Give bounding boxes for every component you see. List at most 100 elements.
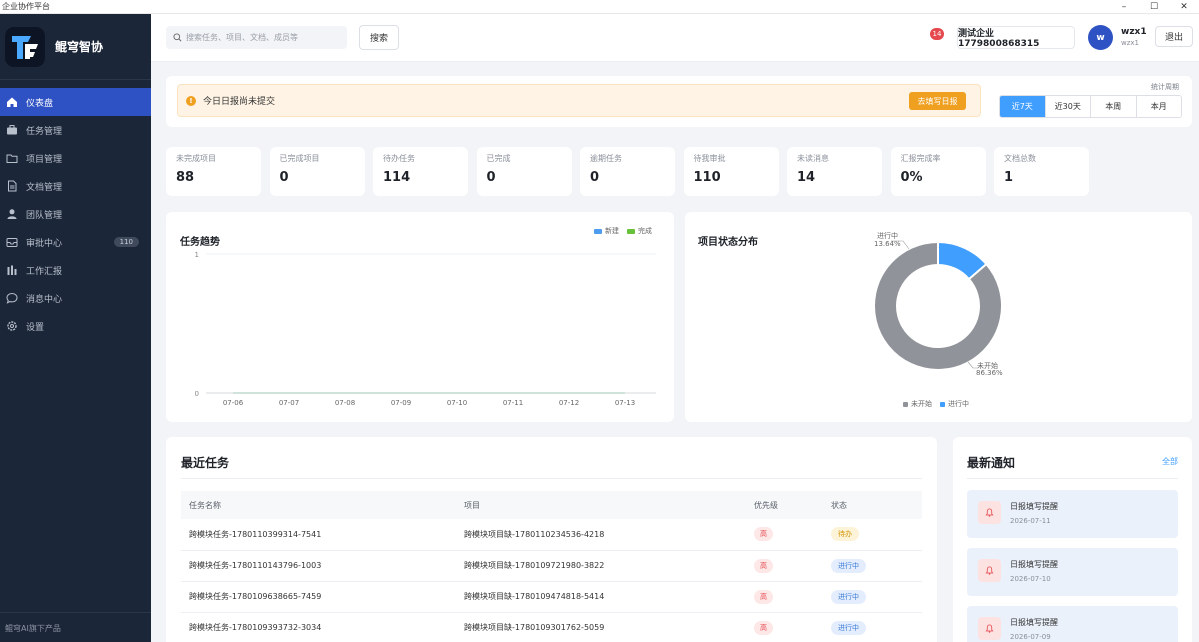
view-all-link[interactable]: 全部 <box>1162 456 1178 467</box>
slice-percent-label: 13.64% <box>874 240 901 248</box>
x-tick-label: 07-08 <box>335 399 355 407</box>
folder-icon <box>6 154 18 163</box>
avatar[interactable]: w <box>1088 25 1113 50</box>
task-name-cell[interactable]: 跨模块任务-1780110143796-1003 <box>181 550 456 582</box>
legend-swatch <box>940 401 945 407</box>
maximize-button[interactable]: ☐ <box>1139 1 1169 13</box>
table-row[interactable]: 跨模块任务-1780110399314-7541 跨模块项目缺-178011023… <box>181 519 922 551</box>
notice-name: 日报填写提醒 <box>1010 618 1058 627</box>
sidebar-item-3[interactable]: 文档管理 <box>0 172 151 200</box>
legend-item[interactable]: 未开始 <box>903 399 932 409</box>
period-label: 统计周期 <box>1151 83 1179 91</box>
company-selector[interactable]: 测试企业1779800868315 <box>957 26 1075 49</box>
home-icon <box>7 97 17 107</box>
stat-card: 文档总数 1 <box>994 147 1089 196</box>
status-cell: 进行中 <box>823 612 922 642</box>
x-tick-label: 07-12 <box>559 399 579 407</box>
sidebar-item-6[interactable]: 工作汇报 <box>0 256 151 284</box>
sidebar-item-label: 任务管理 <box>26 126 63 137</box>
status-tag: 进行中 <box>831 620 866 635</box>
sidebar-item-label: 文档管理 <box>26 182 63 193</box>
status-tag: 待办 <box>831 527 859 542</box>
sidebar-item-1[interactable]: 任务管理 <box>0 116 151 144</box>
report-icon <box>7 265 17 275</box>
task-name-cell[interactable]: 跨模块任务-1780109393732-3034 <box>181 612 456 642</box>
gear-icon <box>7 321 17 331</box>
stat-value: 0% <box>900 170 923 185</box>
search-box[interactable] <box>166 26 347 49</box>
period-option[interactable]: 本周 <box>1091 96 1137 117</box>
period-option[interactable]: 近30天 <box>1045 96 1091 117</box>
logout-button[interactable]: 退出 <box>1155 26 1193 47</box>
sidebar-item-2[interactable]: 项目管理 <box>0 144 151 172</box>
sidebar-item-5[interactable]: 审批中心 110 <box>0 228 151 256</box>
table-row[interactable]: 跨模块任务-1780109393732-3034 跨模块项目缺-178010930… <box>181 612 922 642</box>
stat-value: 0 <box>279 170 289 185</box>
table-header-row: 任务名称 项目 优先级 状态 <box>181 491 922 519</box>
search-input[interactable] <box>186 33 341 42</box>
status-cell: 进行中 <box>823 550 922 582</box>
sidebar-item-7[interactable]: 消息中心 <box>0 284 151 312</box>
column-header: 项目 <box>456 491 746 519</box>
stat-value: 0 <box>590 170 600 185</box>
top-header: 搜索 14 测试企业1779800868315 w wzx1 wzx1 退出 <box>151 14 1199 62</box>
sidebar-item-label: 团队管理 <box>26 210 63 221</box>
x-tick-label: 07-11 <box>503 399 523 407</box>
status-cell: 待办 <box>823 519 922 551</box>
task-trend-chart: 1 0 07-06 07-07 07-08 07-09 07-10 07-11 07-12 07-… <box>195 251 656 407</box>
task-name-cell[interactable]: 跨模块任务-1780110399314-7541 <box>181 519 456 551</box>
priority-cell: 高 <box>746 519 823 551</box>
project-status-chart: 进行中13.64%未开始86.36% <box>873 231 1003 377</box>
x-tick-label: 07-10 <box>447 399 467 407</box>
minimize-button[interactable]: – <box>1109 1 1139 13</box>
legend-item[interactable]: 进行中 <box>940 399 969 409</box>
priority-tag: 高 <box>754 527 773 542</box>
project-cell: 跨模块项目缺-1780109474818-5414 <box>456 581 746 613</box>
tasks-table: 任务名称 项目 优先级 状态 跨模块任务-1780110399314-7541 跨… <box>181 491 922 642</box>
x-tick-label: 07-06 <box>223 399 244 407</box>
close-button[interactable]: ✕ <box>1169 1 1199 13</box>
period-option[interactable]: 本月 <box>1136 96 1181 117</box>
sidebar-item-label: 项目管理 <box>26 154 63 165</box>
stat-value: 110 <box>693 170 721 185</box>
sidebar-footer: 鲲穹AI旗下产品 <box>0 612 151 642</box>
sidebar-item-0[interactable]: 仪表盘 <box>0 88 151 116</box>
notice-item[interactable]: 日报填写提醒 2026-07-09 <box>967 606 1178 642</box>
sidebar-item-label: 消息中心 <box>26 294 63 305</box>
notices-card: 最新通知 全部 日报填写提醒 2026-07-11 日报填写提醒 2026-07-10… <box>953 437 1192 642</box>
alert-text: 今日日报尚未提交 <box>203 97 276 107</box>
notification-badge[interactable]: 14 <box>930 28 944 40</box>
brand-logo <box>5 26 45 67</box>
table-row[interactable]: 跨模块任务-1780110143796-1003 跨模块项目缺-178010972… <box>181 550 922 582</box>
sidebar-item-4[interactable]: 团队管理 <box>0 200 151 228</box>
stat-label: 待办任务 <box>383 154 415 163</box>
stat-label: 逾期任务 <box>590 154 622 163</box>
stat-label: 文档总数 <box>1004 154 1036 163</box>
notice-item[interactable]: 日报填写提醒 2026-07-10 <box>967 548 1178 596</box>
stat-label: 已完成项目 <box>279 154 320 163</box>
brand[interactable]: 鲲穹智协 <box>0 14 151 80</box>
status-tag: 进行中 <box>831 558 866 573</box>
search-button[interactable]: 搜索 <box>359 25 399 50</box>
stat-value: 14 <box>797 170 816 185</box>
table-row[interactable]: 跨模块任务-1780109638665-7459 跨模块项目缺-178010947… <box>181 581 922 613</box>
stat-card: 逾期任务 0 <box>580 147 675 196</box>
notice-item[interactable]: 日报填写提醒 2026-07-11 <box>967 490 1178 538</box>
status-tag: 进行中 <box>831 589 866 604</box>
daily-report-panel: ! 今日日报尚未提交 去填写日报 统计周期 近7天 近30天 本周 本月 <box>166 76 1192 127</box>
briefcase-icon <box>7 125 17 135</box>
task-name-cell[interactable]: 跨模块任务-1780109638665-7459 <box>181 581 456 613</box>
x-tick-label: 07-09 <box>391 399 411 407</box>
sidebar-item-badge: 110 <box>113 237 139 247</box>
priority-tag: 高 <box>754 589 773 604</box>
notice-date: 2026-07-11 <box>1010 517 1051 525</box>
sidebar-item-8[interactable]: 设置 <box>0 312 151 340</box>
period-option[interactable]: 近7天 <box>1000 96 1046 117</box>
notice-date: 2026-07-09 <box>1010 633 1051 641</box>
priority-cell: 高 <box>746 612 823 642</box>
slice-percent-label: 86.36% <box>976 369 1003 377</box>
brand-name: 鲲穹智协 <box>55 40 104 54</box>
project-cell: 跨模块项目缺-1780109301762-5059 <box>456 612 746 642</box>
fill-report-button[interactable]: 去填写日报 <box>909 92 966 110</box>
y-tick-label: 1 <box>195 251 199 259</box>
